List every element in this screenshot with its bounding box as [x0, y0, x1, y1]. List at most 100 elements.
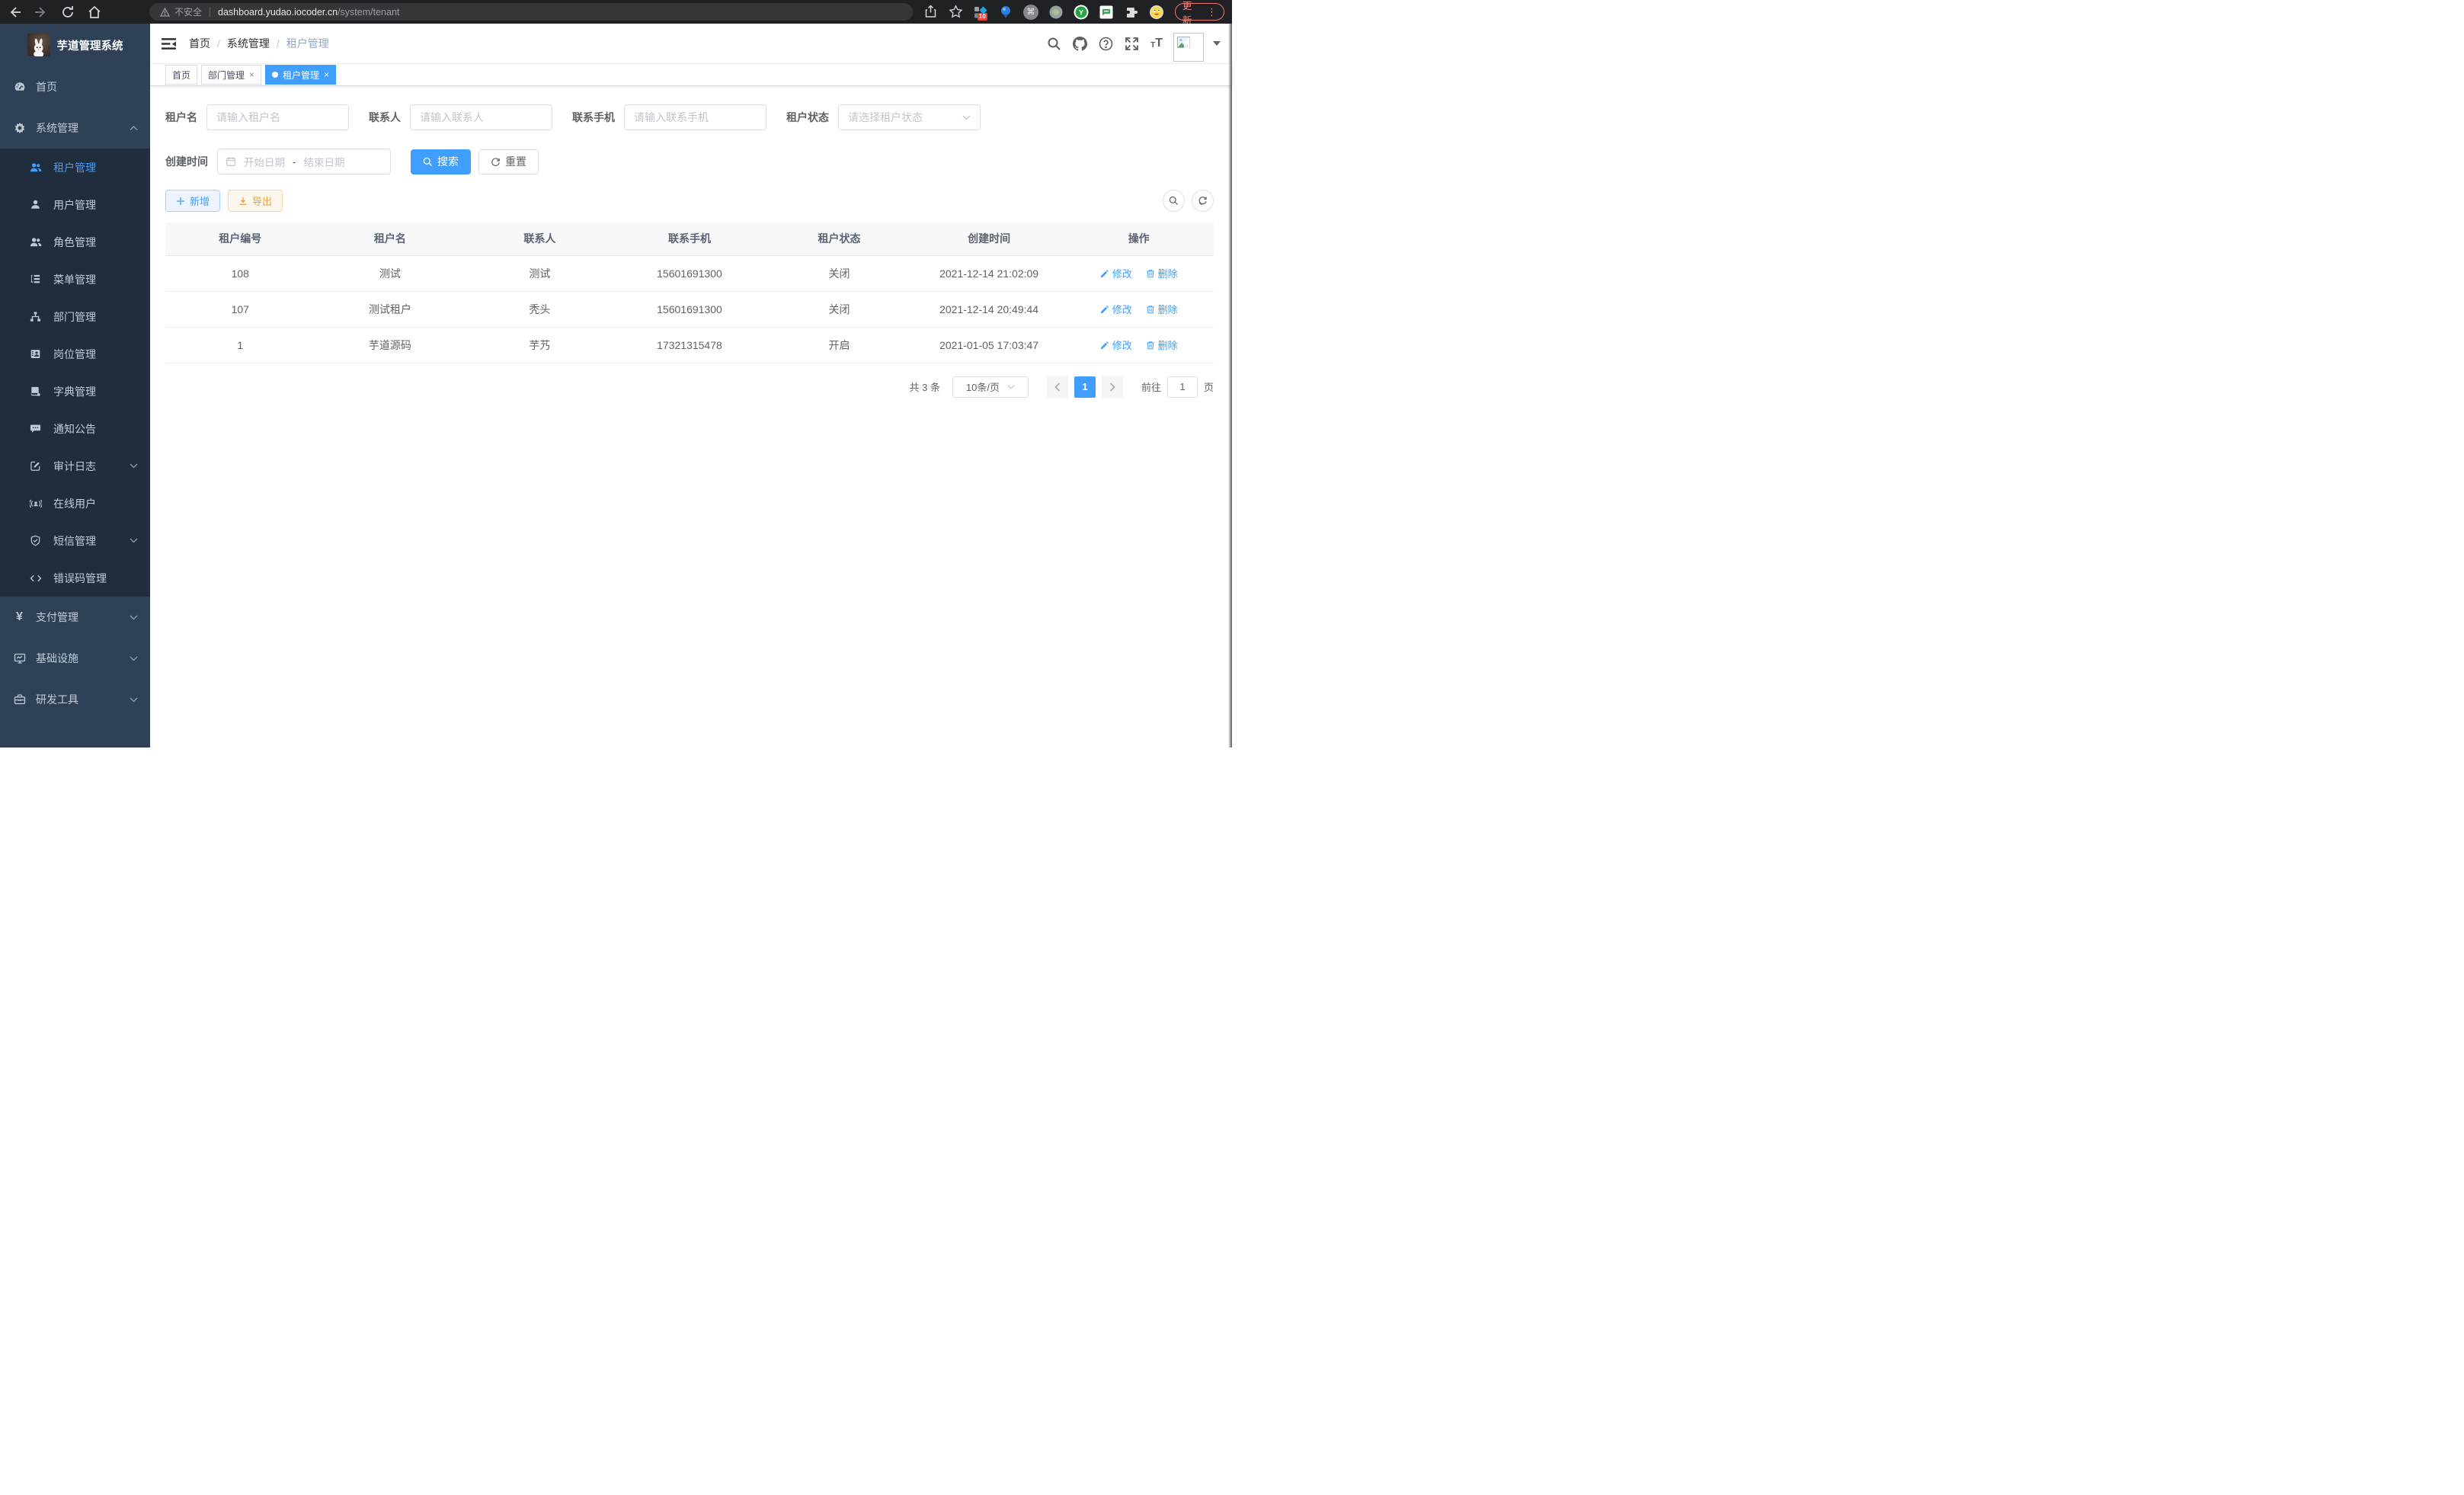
tenant-name-input[interactable]: 请输入租户名	[206, 104, 349, 130]
breadcrumb: 首页 / 系统管理 / 租户管理	[189, 36, 329, 51]
prev-page-button[interactable]	[1047, 376, 1068, 398]
toggle-search-button[interactable]	[1163, 190, 1185, 212]
date-range-input[interactable]: 开始日期 - 结束日期	[217, 149, 391, 174]
sidebar-item-tenant[interactable]: 租户管理	[0, 149, 150, 186]
extension-pin-icon[interactable]	[998, 5, 1013, 20]
page-size-select[interactable]: 10条/页	[952, 376, 1029, 398]
sidebar-item-menu[interactable]: 菜单管理	[0, 261, 150, 298]
delete-link[interactable]: 删除	[1146, 266, 1178, 280]
sidebar-item-home[interactable]: 首页	[0, 66, 150, 107]
filter-row-2: 创建时间 开始日期 - 结束日期 搜索 重置	[165, 149, 1214, 174]
system-submenu: 租户管理 用户管理 角色管理 菜单管理 部门管理	[0, 149, 150, 597]
breadcrumb-separator: /	[217, 37, 220, 50]
delete-link[interactable]: 删除	[1146, 302, 1178, 316]
sidebar-item-infra[interactable]: 基础设施	[0, 638, 150, 679]
sidebar-item-online-user[interactable]: 在线用户	[0, 485, 150, 522]
code-icon	[29, 572, 42, 584]
avatar[interactable]	[1173, 33, 1204, 62]
sidebar-item-pay[interactable]: ¥ 支付管理	[0, 597, 150, 638]
help-icon[interactable]	[1099, 37, 1113, 51]
col-created: 创建时间	[914, 222, 1064, 255]
tag-home[interactable]: 首页	[165, 65, 197, 85]
search-button[interactable]: 搜索	[411, 149, 471, 174]
edit-link[interactable]: 修改	[1100, 266, 1132, 280]
cell-mobile: 15601691300	[615, 291, 765, 327]
extension-puzzle-icon[interactable]	[1124, 5, 1139, 20]
audit-log-icon	[29, 460, 42, 472]
active-dot	[272, 72, 278, 78]
add-button[interactable]: 新增	[165, 190, 220, 212]
top-navbar: 首页 / 系统管理 / 租户管理 TT	[150, 24, 1232, 64]
next-page-button[interactable]	[1102, 376, 1123, 398]
sidebar-item-audit-log[interactable]: 审计日志	[0, 447, 150, 485]
mobile-input[interactable]: 请输入联系手机	[624, 104, 766, 130]
placeholder-text: 请输入联系人	[420, 110, 484, 125]
refresh-table-button[interactable]	[1192, 190, 1214, 212]
trash-icon	[1146, 305, 1155, 314]
edit-link[interactable]: 修改	[1100, 302, 1132, 316]
menu-tree-icon	[29, 274, 42, 285]
extension-dot-icon[interactable]	[1048, 5, 1064, 20]
breadcrumb-home[interactable]: 首页	[189, 36, 210, 51]
pagination: 共 3 条 10条/页 1 前往 1 页	[165, 376, 1214, 398]
app-logo-rabbit-image	[27, 34, 50, 56]
search-icon[interactable]	[1047, 37, 1061, 51]
page-size-value: 10条/页	[966, 379, 1000, 394]
sidebar-item-post[interactable]: 岗位管理	[0, 335, 150, 373]
sidebar-item-label: 支付管理	[36, 610, 78, 625]
address-bar[interactable]: 不安全 dashboard.yudao.iocoder.cn/system/te…	[149, 3, 913, 21]
sidebar-item-notice[interactable]: 通知公告	[0, 410, 150, 447]
sidebar-item-dict[interactable]: 字典管理	[0, 373, 150, 410]
bookmark-star-icon[interactable]	[949, 5, 963, 19]
sidebar-menu: 首页 系统管理 租户管理 用户管理 角色管理	[0, 66, 150, 720]
sidebar-item-role[interactable]: 角色管理	[0, 223, 150, 261]
status-select[interactable]: 请选择租户状态	[838, 104, 981, 130]
forward-icon[interactable]	[34, 5, 48, 19]
extension-chat-icon[interactable]	[1099, 5, 1114, 20]
sidebar: 芋道管理系统 首页 系统管理 租户管理 用户管理	[0, 24, 150, 748]
fullscreen-icon[interactable]	[1125, 37, 1139, 51]
font-size-icon[interactable]: TT	[1150, 37, 1163, 50]
export-button[interactable]: 导出	[228, 190, 283, 212]
current-page-button[interactable]: 1	[1074, 376, 1096, 398]
sidebar-item-devtool[interactable]: 研发工具	[0, 679, 150, 720]
tag-tenant[interactable]: 租户管理×	[265, 65, 336, 85]
tags-view-bar: 首页 部门管理× 租户管理×	[150, 64, 1232, 86]
url-host: dashboard.yudao.iocoder.cn	[218, 7, 338, 18]
extension-command-icon[interactable]: ⌘	[1023, 5, 1038, 20]
reset-button[interactable]: 重置	[478, 149, 539, 174]
app-logo-row[interactable]: 芋道管理系统	[0, 24, 150, 66]
security-label[interactable]: 不安全	[174, 5, 202, 18]
extension-emoji-icon[interactable]	[1149, 5, 1164, 20]
back-icon[interactable]	[8, 5, 21, 19]
sidebar-toggle-icon[interactable]	[162, 37, 176, 50]
edit-link[interactable]: 修改	[1100, 338, 1132, 352]
contact-input[interactable]: 请输入联系人	[410, 104, 552, 130]
extension-y-icon[interactable]: Y	[1074, 5, 1089, 20]
sidebar-item-user[interactable]: 用户管理	[0, 186, 150, 223]
sidebar-item-sms[interactable]: 短信管理	[0, 522, 150, 559]
home-icon[interactable]	[88, 5, 101, 19]
more-menu-icon[interactable]: ⋮	[1207, 6, 1217, 18]
chrome-update-button[interactable]: 更新 ⋮	[1175, 3, 1224, 21]
sidebar-item-system[interactable]: 系统管理	[0, 107, 150, 149]
delete-link[interactable]: 删除	[1146, 338, 1178, 352]
extension-badge: 10	[978, 13, 987, 21]
sidebar-item-dept[interactable]: 部门管理	[0, 298, 150, 335]
close-icon[interactable]: ×	[249, 70, 254, 79]
github-icon[interactable]	[1073, 37, 1087, 51]
extension-tabs-icon[interactable]: 10	[973, 5, 988, 20]
cell-contact: 秃头	[465, 291, 615, 327]
sidebar-item-errcode[interactable]: 错误码管理	[0, 559, 150, 597]
goto-page-input[interactable]: 1	[1167, 376, 1198, 398]
tag-dept[interactable]: 部门管理×	[201, 65, 261, 85]
sidebar-item-label: 字典管理	[53, 384, 96, 399]
filter-tenant-name: 租户名 请输入租户名	[165, 104, 349, 130]
mobile-label: 联系手机	[572, 110, 615, 125]
col-tenant-name: 租户名	[315, 222, 466, 255]
close-icon[interactable]: ×	[324, 70, 329, 79]
avatar-dropdown-caret-icon[interactable]	[1213, 41, 1221, 46]
breadcrumb-section[interactable]: 系统管理	[227, 36, 270, 51]
share-icon[interactable]	[923, 5, 938, 19]
reload-icon[interactable]	[61, 5, 75, 19]
